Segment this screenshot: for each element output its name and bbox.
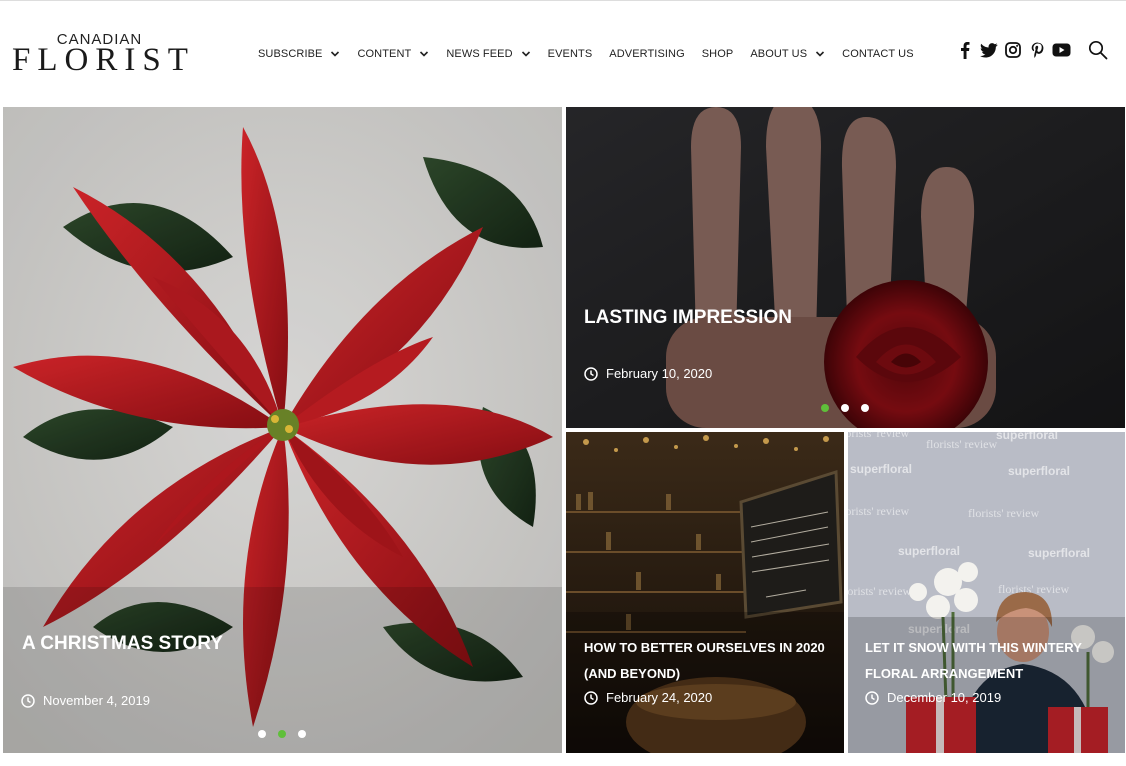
nav-label: CONTACT US: [842, 48, 914, 60]
chevron-down-icon: [419, 50, 429, 58]
search-icon[interactable]: [1088, 40, 1110, 62]
instagram-icon[interactable]: [1003, 40, 1023, 60]
chevron-down-icon: [815, 50, 825, 58]
card-title[interactable]: HOW TO BETTER OURSELVES IN 2020 (AND BEY…: [584, 635, 834, 687]
facebook-icon[interactable]: [955, 40, 975, 60]
slider-dot-3[interactable]: [861, 404, 869, 412]
card-date: February 10, 2020: [584, 366, 712, 381]
slider-dot-2[interactable]: [841, 404, 849, 412]
card-date-text: February 10, 2020: [606, 366, 713, 381]
card-date: November 4, 2019: [21, 693, 150, 708]
slider-dots: [258, 730, 318, 738]
nav-label: ADVERTISING: [609, 48, 685, 60]
main-nav: SUBSCRIBE CONTENT NEWS FEED EVENTS ADVER…: [258, 45, 931, 63]
nav-events[interactable]: EVENTS: [548, 48, 593, 60]
nav-label: SHOP: [701, 48, 734, 60]
card-title[interactable]: A CHRISTMAS STORY: [22, 633, 223, 655]
card-date-text: November 4, 2019: [43, 693, 150, 708]
site-logo[interactable]: CANADIAN FLORIST: [12, 31, 190, 81]
nav-news-feed[interactable]: NEWS FEED: [446, 48, 530, 60]
nav-about-us[interactable]: ABOUT US: [750, 48, 825, 60]
nav-advertising[interactable]: ADVERTISING: [609, 48, 684, 60]
feature-card-christmas-story[interactable]: A CHRISTMAS STORY November 4, 2019: [3, 107, 562, 753]
poinsettia-image: [3, 107, 562, 753]
pinterest-icon[interactable]: [1027, 40, 1047, 60]
nav-label: EVENTS: [547, 48, 593, 60]
nav-label: NEWS FEED: [446, 48, 513, 60]
nav-content[interactable]: CONTENT: [357, 48, 429, 60]
card-title[interactable]: LASTING IMPRESSION: [584, 307, 792, 329]
nav-label: CONTENT: [357, 48, 412, 60]
slider-dot-2[interactable]: [278, 730, 286, 738]
clock-icon: [865, 690, 879, 705]
logo-main-text: FLORIST: [12, 42, 195, 78]
chevron-down-icon: [330, 50, 340, 58]
nav-subscribe[interactable]: SUBSCRIBE: [258, 48, 340, 60]
slider-dot-1[interactable]: [258, 730, 266, 738]
site-header: CANADIAN FLORIST SUBSCRIBE CONTENT NEWS …: [0, 0, 1126, 106]
feature-card-lasting-impression[interactable]: LASTING IMPRESSION February 10, 2020: [566, 107, 1125, 428]
slider-dot-1[interactable]: [821, 404, 829, 412]
youtube-icon[interactable]: [1051, 40, 1071, 60]
clock-icon: [584, 690, 598, 705]
card-date-text: December 10, 2019: [887, 690, 1002, 705]
card-date: December 10, 2019: [865, 690, 1001, 705]
feature-card-let-it-snow[interactable]: florists' review superfloral florists' r…: [848, 432, 1125, 753]
card-title[interactable]: LET IT SNOW WITH THIS WINTERY FLORAL ARR…: [865, 635, 1123, 687]
slider-dot-3[interactable]: [298, 730, 306, 738]
clock-icon: [584, 366, 598, 381]
nav-label: SUBSCRIBE: [258, 48, 323, 60]
twitter-icon[interactable]: [979, 40, 999, 60]
chevron-down-icon: [521, 50, 531, 58]
card-date: February 24, 2020: [584, 690, 712, 705]
nav-contact-us[interactable]: CONTACT US: [842, 48, 914, 60]
feature-card-better-ourselves[interactable]: HOW TO BETTER OURSELVES IN 2020 (AND BEY…: [566, 432, 844, 753]
slider-dots: [821, 404, 881, 412]
card-date-text: February 24, 2020: [606, 690, 713, 705]
social-links: [955, 39, 1075, 61]
clock-icon: [21, 693, 35, 708]
nav-shop[interactable]: SHOP: [702, 48, 734, 60]
nav-label: ABOUT US: [750, 48, 808, 60]
